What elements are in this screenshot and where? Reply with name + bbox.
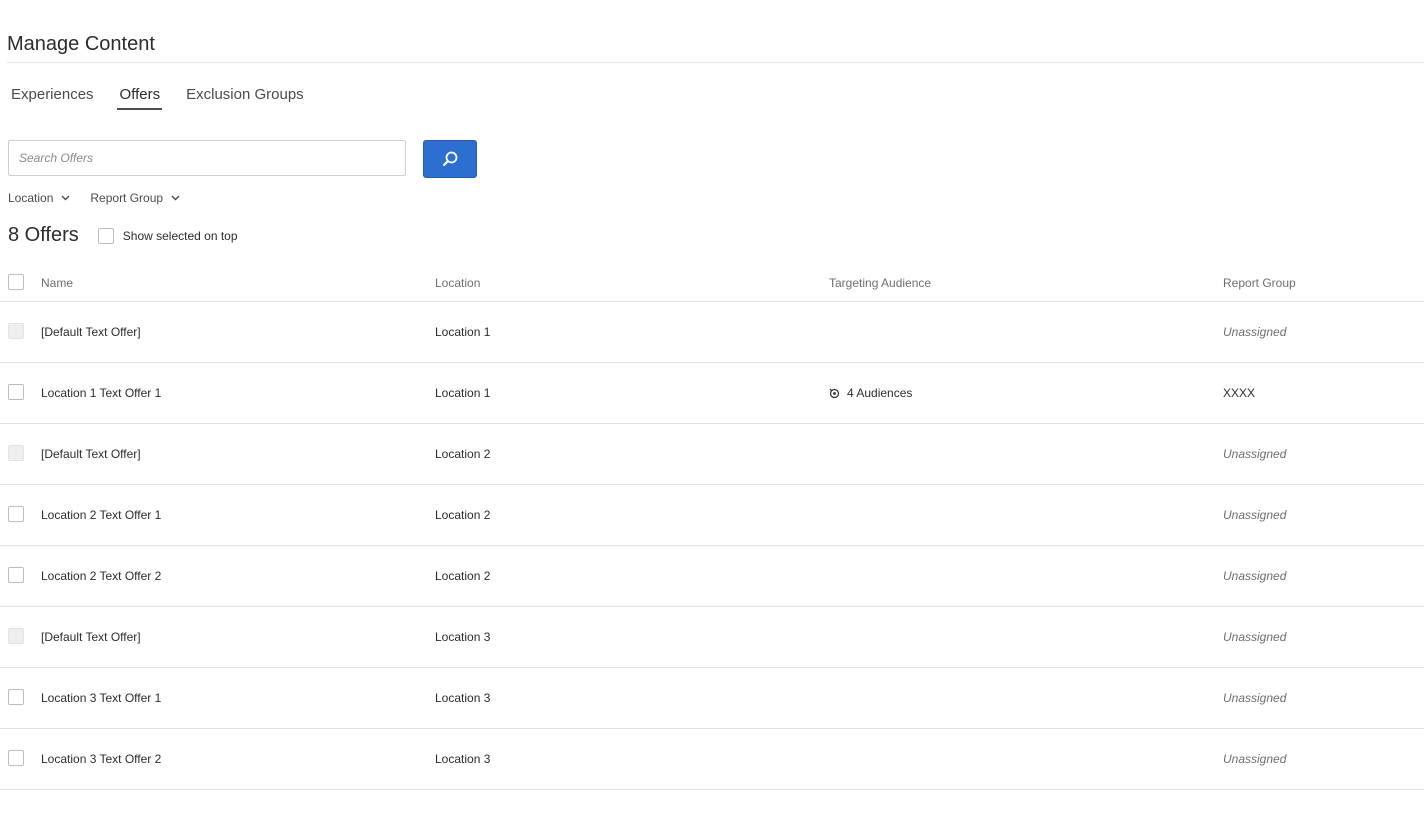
- offer-report-group: Unassigned: [1223, 752, 1287, 766]
- offer-report-group: Unassigned: [1223, 508, 1287, 522]
- results-summary: 8 Offers Show selected on top: [8, 224, 238, 247]
- chevron-down-icon: [61, 195, 70, 201]
- offer-report-group: Unassigned: [1223, 447, 1287, 461]
- row-checkbox[interactable]: [8, 750, 24, 766]
- show-selected-checkbox[interactable]: [97, 227, 114, 244]
- offer-location: Location 1: [435, 325, 491, 339]
- filter-bar: Location Report Group: [8, 191, 200, 205]
- offer-name[interactable]: [Default Text Offer]: [41, 630, 141, 644]
- row-checkbox: [8, 445, 24, 461]
- select-all-checkbox[interactable]: [8, 274, 24, 290]
- table-row[interactable]: [Default Text Offer] Location 3 Unassign…: [0, 607, 1424, 668]
- offer-name[interactable]: Location 2 Text Offer 1: [41, 508, 161, 522]
- row-checkbox[interactable]: [8, 567, 24, 583]
- chevron-down-icon: [171, 195, 180, 201]
- report-group-filter-label: Report Group: [90, 191, 164, 205]
- offer-location: Location 1: [435, 386, 491, 400]
- row-checkbox[interactable]: [8, 384, 24, 400]
- search-bar: [8, 140, 477, 178]
- offer-report-group: Unassigned: [1223, 691, 1287, 705]
- audiences-link-label: 4 Audiences: [847, 386, 913, 400]
- offers-count: 8 Offers: [8, 224, 79, 246]
- offer-location: Location 3: [435, 630, 491, 644]
- offer-name[interactable]: [Default Text Offer]: [41, 447, 141, 461]
- column-header-location[interactable]: Location: [435, 276, 480, 290]
- tab-exclusion-groups[interactable]: Exclusion Groups: [186, 86, 304, 107]
- table-row[interactable]: Location 2 Text Offer 2 Location 2 Unass…: [0, 546, 1424, 607]
- search-input[interactable]: [8, 140, 406, 176]
- table-row[interactable]: Location 1 Text Offer 1 Location 1 4 Aud…: [0, 363, 1424, 424]
- table-row[interactable]: Location 3 Text Offer 1 Location 3 Unass…: [0, 668, 1424, 729]
- table-row[interactable]: [Default Text Offer] Location 1 Unassign…: [0, 302, 1424, 363]
- tab-bar: Experiences Offers Exclusion Groups: [11, 86, 330, 110]
- table-row[interactable]: [Default Text Offer] Location 2 Unassign…: [0, 424, 1424, 485]
- page-title: Manage Content: [7, 33, 155, 56]
- table-row[interactable]: Location 3 Text Offer 2 Location 3 Unass…: [0, 729, 1424, 790]
- offer-location: Location 2: [435, 447, 491, 461]
- offer-report-group: Unassigned: [1223, 325, 1287, 339]
- column-header-name[interactable]: Name: [41, 276, 73, 290]
- search-button[interactable]: [423, 140, 477, 178]
- offer-report-group: Unassigned: [1223, 630, 1287, 644]
- table-header: Name Location Targeting Audience Report …: [0, 266, 1424, 302]
- location-filter[interactable]: Location: [8, 191, 70, 205]
- show-selected-toggle[interactable]: Show selected on top: [97, 227, 238, 244]
- offer-name[interactable]: Location 3 Text Offer 2: [41, 752, 161, 766]
- column-header-report-group[interactable]: Report Group: [1223, 276, 1296, 290]
- audience-target-icon: [829, 388, 840, 398]
- tab-experiences[interactable]: Experiences: [11, 86, 94, 107]
- offer-report-group: Unassigned: [1223, 569, 1287, 583]
- header-divider: [7, 62, 1424, 63]
- row-checkbox[interactable]: [8, 506, 24, 522]
- offer-name[interactable]: [Default Text Offer]: [41, 325, 141, 339]
- row-checkbox: [8, 628, 24, 644]
- offer-name[interactable]: Location 1 Text Offer 1: [41, 386, 161, 400]
- offers-table: Name Location Targeting Audience Report …: [0, 266, 1424, 790]
- tab-offers[interactable]: Offers: [116, 86, 162, 110]
- audiences-link[interactable]: 4 Audiences: [829, 386, 912, 400]
- offer-report-group: XXXX: [1223, 386, 1256, 400]
- show-selected-label: Show selected on top: [122, 228, 238, 243]
- offer-name[interactable]: Location 3 Text Offer 1: [41, 691, 161, 705]
- search-icon: [443, 151, 458, 166]
- row-checkbox: [8, 323, 24, 339]
- column-header-targeting-audience[interactable]: Targeting Audience: [829, 276, 931, 290]
- offer-name[interactable]: Location 2 Text Offer 2: [41, 569, 161, 583]
- location-filter-label: Location: [8, 191, 54, 205]
- offer-location: Location 3: [435, 691, 491, 705]
- row-checkbox[interactable]: [8, 689, 24, 705]
- offer-location: Location 2: [435, 508, 491, 522]
- table-row[interactable]: Location 2 Text Offer 1 Location 2 Unass…: [0, 485, 1424, 546]
- offer-location: Location 2: [435, 569, 491, 583]
- offer-location: Location 3: [435, 752, 491, 766]
- report-group-filter[interactable]: Report Group: [90, 191, 180, 205]
